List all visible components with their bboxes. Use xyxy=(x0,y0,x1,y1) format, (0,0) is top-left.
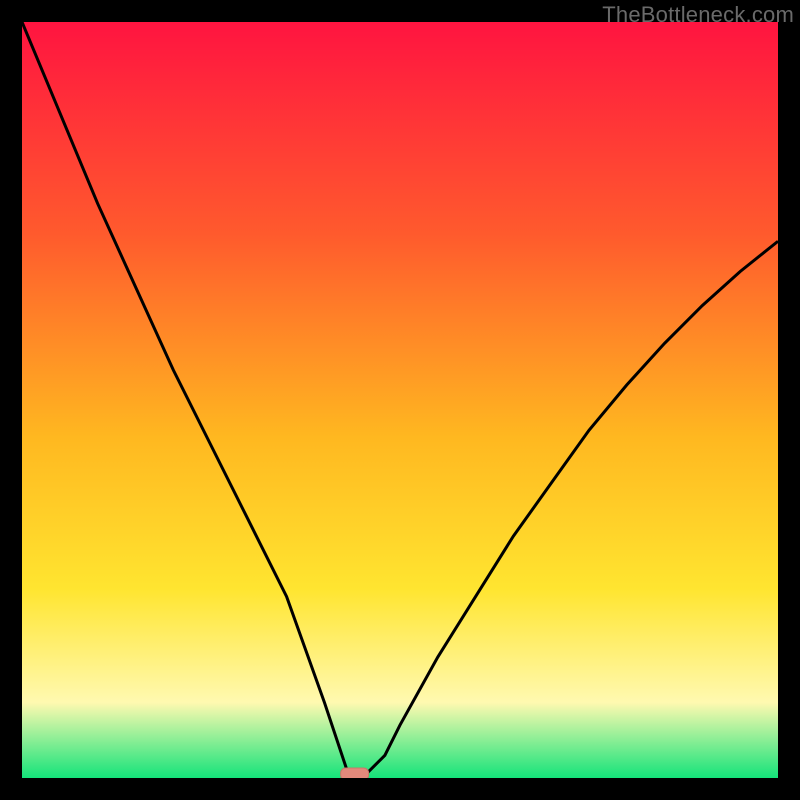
plot-area xyxy=(22,22,778,778)
gradient-background xyxy=(22,22,778,778)
minimum-marker xyxy=(341,768,369,778)
chart-frame: TheBottleneck.com xyxy=(0,0,800,800)
chart-svg xyxy=(22,22,778,778)
watermark-text: TheBottleneck.com xyxy=(602,2,794,28)
